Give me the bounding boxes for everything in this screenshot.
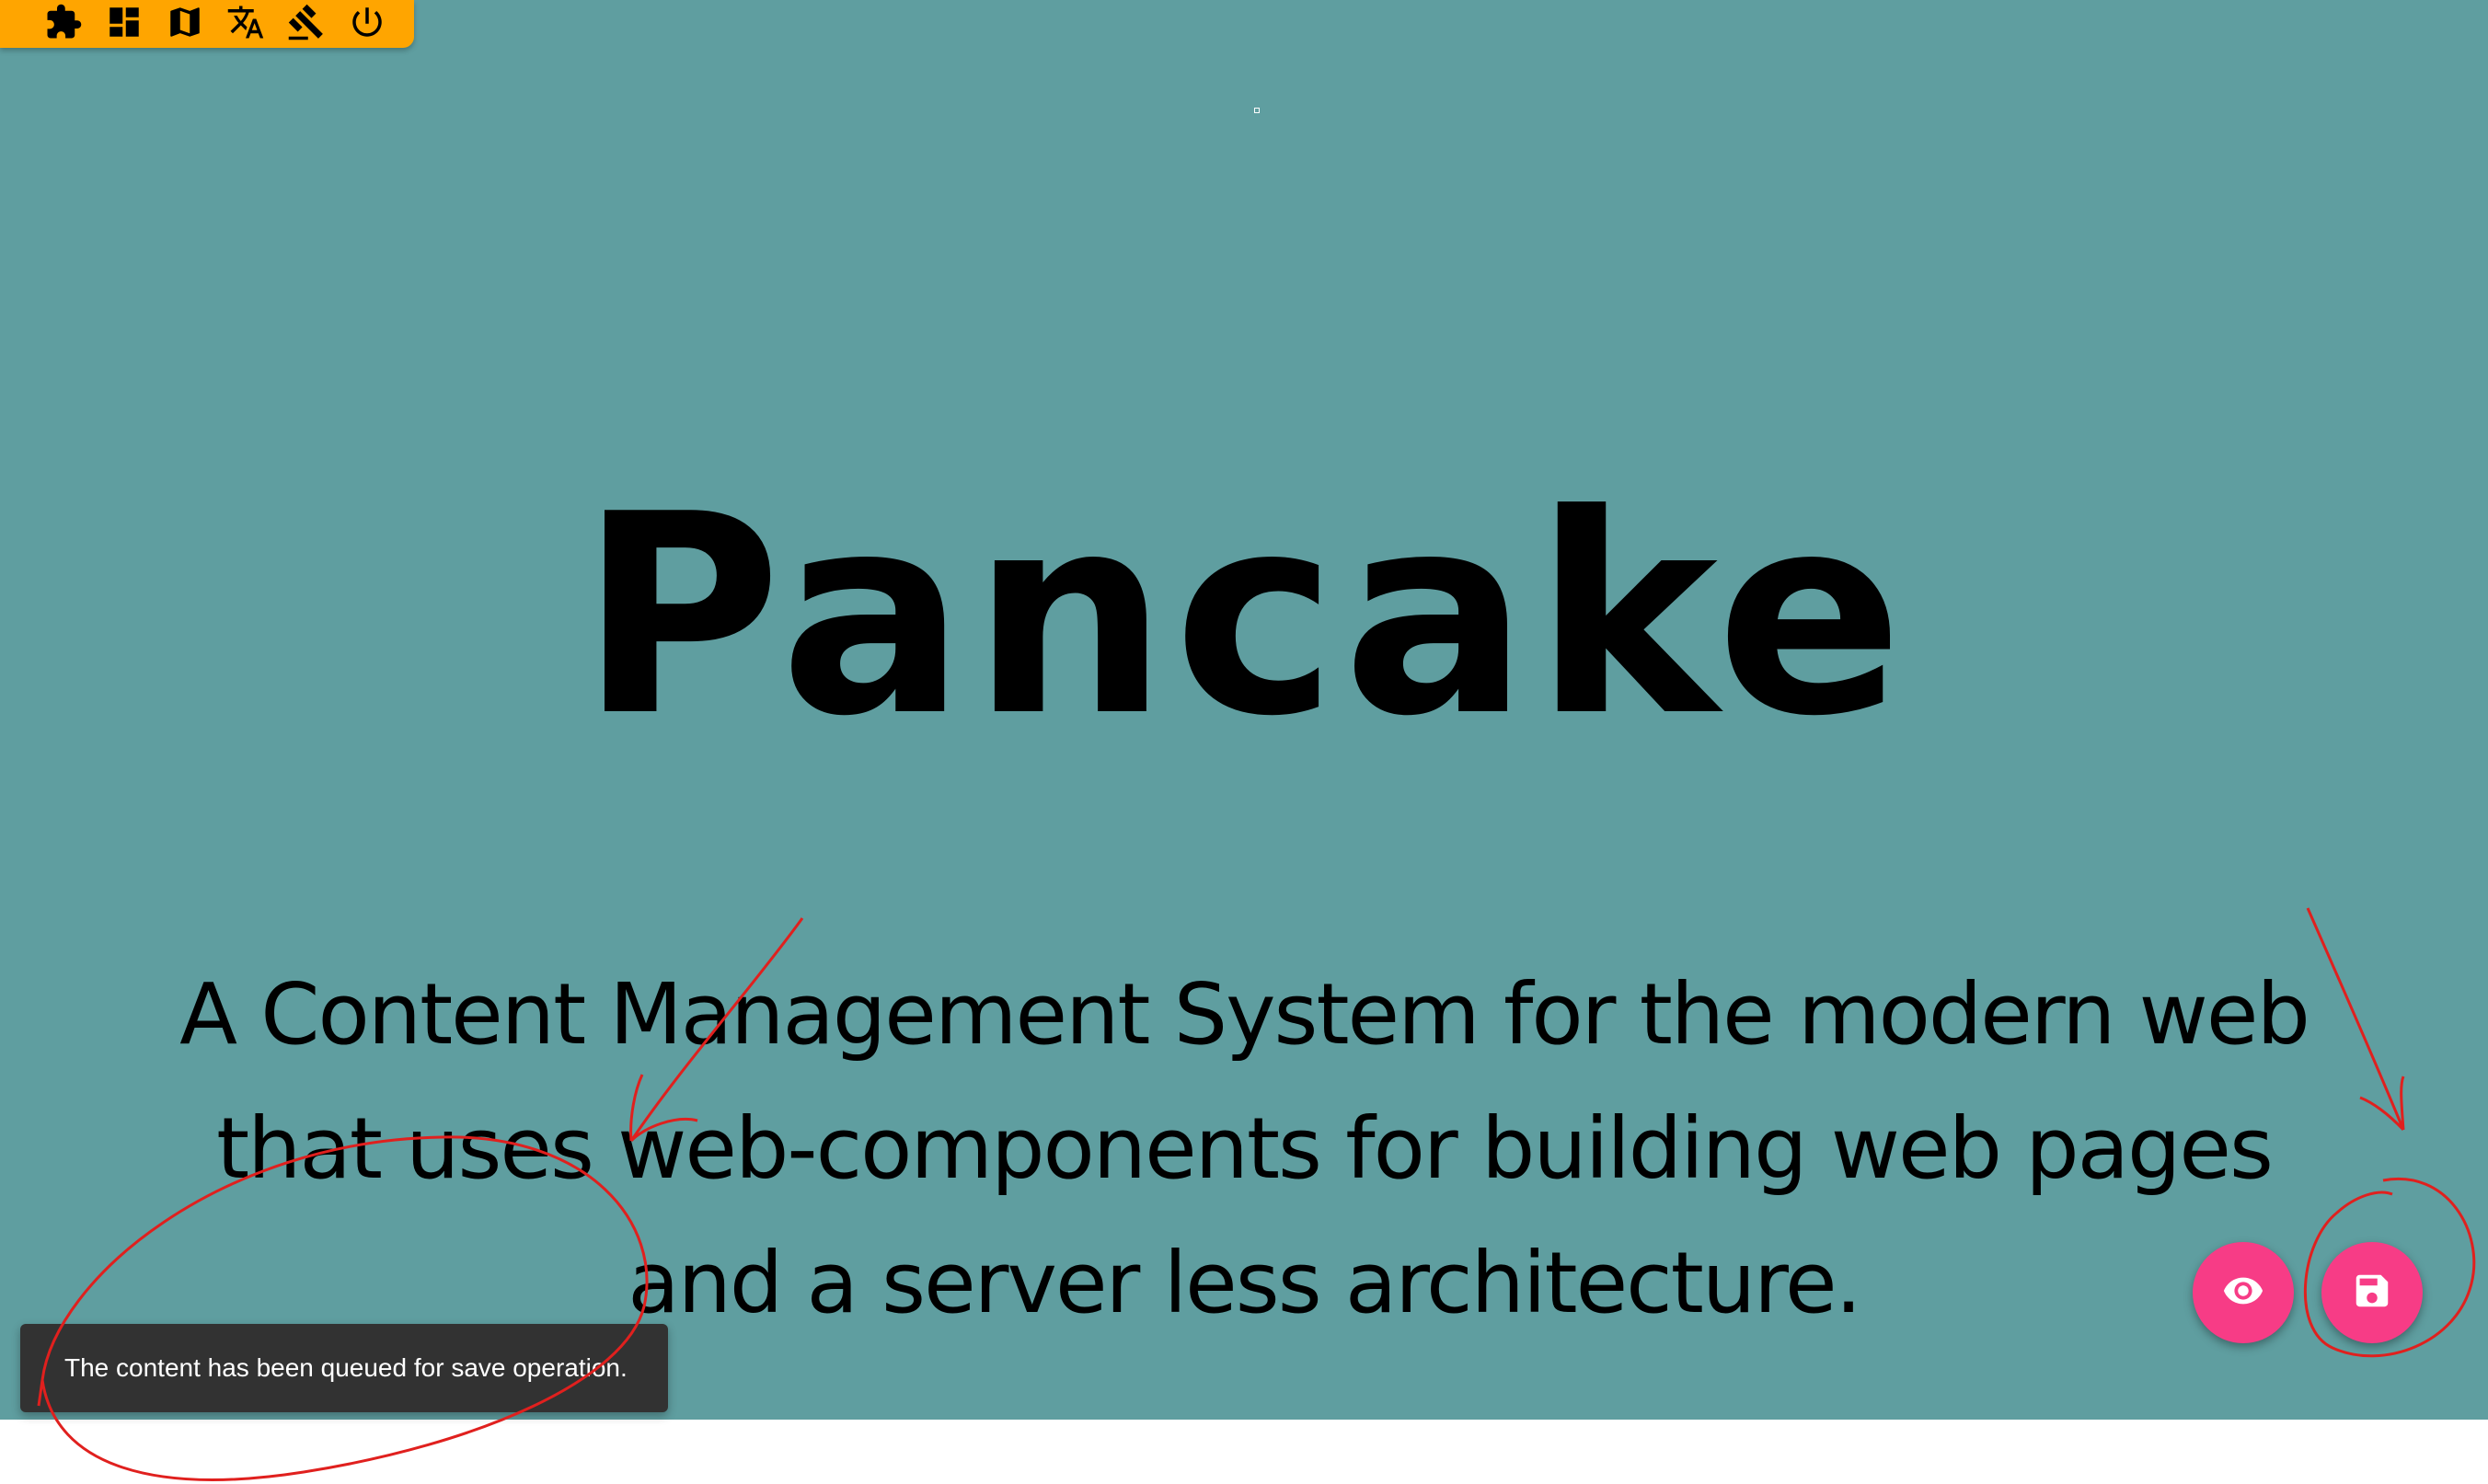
toolbar-button-settings[interactable] — [285, 3, 328, 45]
power-icon — [348, 3, 386, 45]
toolbar-button-logout[interactable] — [346, 3, 388, 45]
map-icon — [166, 3, 204, 45]
hero-title[interactable]: Pancake — [0, 460, 2488, 773]
translate-icon — [226, 3, 265, 45]
puzzle-icon — [44, 3, 83, 45]
snackbar-message: The content has been queued for save ope… — [64, 1353, 628, 1382]
toolbar-button-dashboard[interactable] — [103, 3, 145, 45]
preview-button[interactable] — [2193, 1242, 2294, 1343]
save-button[interactable] — [2321, 1242, 2423, 1343]
toolbar-button-map[interactable] — [164, 3, 206, 45]
snackbar: The content has been queued for save ope… — [20, 1324, 668, 1412]
hero-subtitle[interactable]: A Content Management System for the mode… — [147, 948, 2341, 1351]
toolbar-button-plugins[interactable] — [42, 3, 85, 45]
dashboard-icon — [105, 3, 144, 45]
gavel-icon — [287, 3, 326, 45]
selection-handle[interactable] — [1254, 108, 1260, 113]
save-icon — [2351, 1270, 2393, 1316]
page-background: Pancake A Content Management System for … — [0, 0, 2488, 1420]
editor-toolbar — [0, 0, 414, 48]
eye-icon — [2222, 1270, 2264, 1316]
toolbar-button-translate[interactable] — [225, 3, 267, 45]
